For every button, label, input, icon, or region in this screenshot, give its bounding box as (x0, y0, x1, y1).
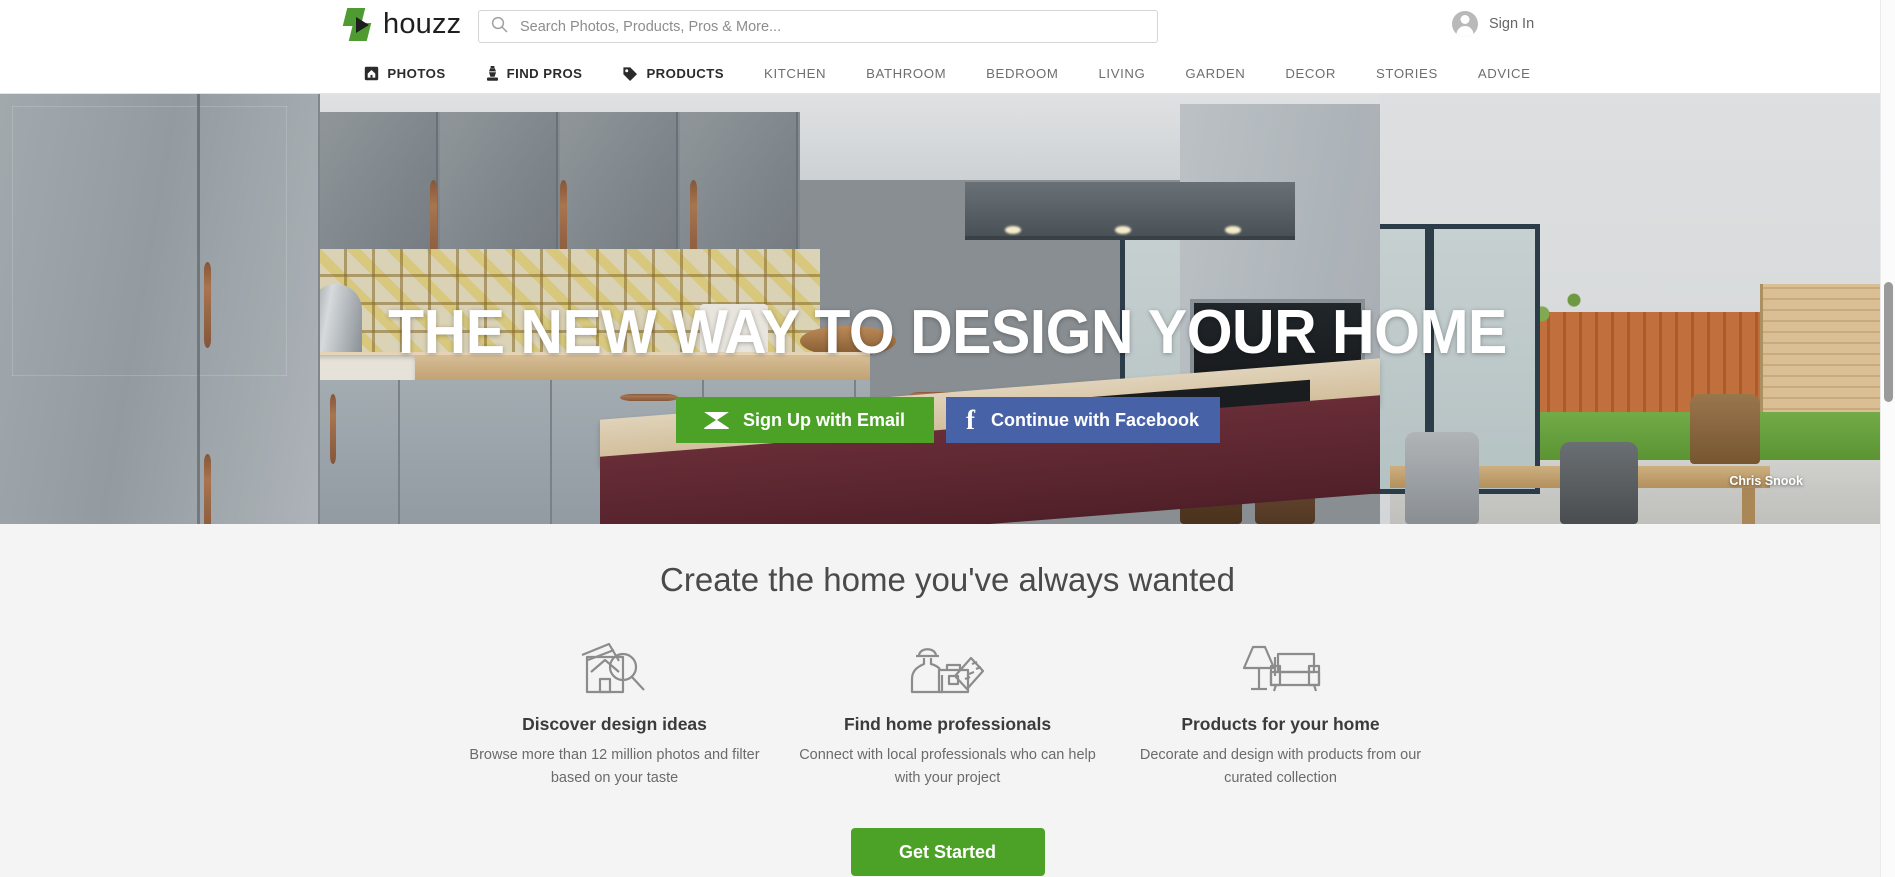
promo-section: Create the home you've always wanted Dis… (0, 524, 1895, 877)
nav-item-bedroom[interactable]: BEDROOM (966, 54, 1078, 94)
nav-item-find-pros[interactable]: FIND PROS (466, 54, 603, 94)
feature-products-for-your-home: Products for your home Decorate and desi… (1114, 633, 1447, 790)
nav-label-photos: PHOTOS (387, 66, 446, 81)
main-navigation: PHOTOS FIND PROS PRODUCTS KITCHEN BATHRO… (0, 54, 1895, 94)
feature-description: Decorate and design with products from o… (1139, 747, 1422, 786)
photos-house-magnifier-icon (462, 633, 767, 695)
lamp-armchair-icon (1128, 633, 1433, 695)
feature-find-home-professionals: Find home professionals Connect with loc… (781, 633, 1114, 790)
nav-label-kitchen: KITCHEN (764, 66, 827, 81)
nav-item-products[interactable]: PRODUCTS (602, 54, 744, 94)
feature-title: Discover design ideas (522, 714, 707, 734)
nav-item-decor[interactable]: DECOR (1265, 54, 1356, 94)
continue-with-facebook-label: Continue with Facebook (990, 409, 1199, 430)
search-input[interactable] (520, 18, 1145, 35)
nav-label-bedroom: BEDROOM (986, 66, 1059, 81)
houzz-logo[interactable]: houzz (342, 8, 462, 41)
sign-up-with-email-label: Sign Up with Email (742, 409, 905, 430)
feature-title: Find home professionals (843, 714, 1052, 734)
promo-title: Create the home you've always wanted (660, 561, 1235, 598)
nav-label-garden: GARDEN (1185, 66, 1246, 81)
get-started-button[interactable]: Get Started (850, 828, 1045, 876)
nav-label-stories: STORIES (1376, 66, 1438, 81)
get-started-wrapper: Get Started (0, 828, 1895, 876)
continue-with-facebook-button[interactable]: f Continue with Facebook (945, 397, 1220, 443)
nav-item-garden[interactable]: GARDEN (1165, 54, 1265, 94)
sign-in-button[interactable]: Sign In (1452, 11, 1534, 37)
nav-label-decor: DECOR (1285, 66, 1336, 81)
nav-label-living: LIVING (1098, 66, 1146, 81)
feature-discover-design-ideas: Discover design ideas Browse more than 1… (448, 633, 781, 790)
feature-list: Discover design ideas Browse more than 1… (0, 633, 1895, 790)
nav-label-advice: ADVICE (1477, 66, 1531, 81)
feature-title: Products for your home (1181, 714, 1380, 734)
envelope-icon (703, 411, 729, 429)
top-bar: houzz Sign In (0, 0, 1895, 54)
search-icon (491, 16, 508, 38)
houzz-logo-wordmark: houzz (383, 8, 462, 40)
search-box[interactable] (478, 10, 1158, 43)
feature-description: Connect with local professionals who can… (799, 747, 1096, 786)
nav-item-photos[interactable]: PHOTOS (344, 54, 465, 94)
nav-item-advice[interactable]: ADVICE (1458, 54, 1551, 94)
nav-item-living[interactable]: LIVING (1079, 54, 1166, 94)
hero-headline: THE NEW WAY TO DESIGN YOUR HOME (388, 298, 1507, 367)
nav-item-kitchen[interactable]: KITCHEN (744, 54, 846, 94)
scrollbar-thumb[interactable] (1884, 282, 1893, 402)
facebook-icon: f (965, 404, 975, 435)
nav-label-products: PRODUCTS (646, 66, 725, 81)
nav-item-bathroom[interactable]: BATHROOM (846, 54, 966, 94)
nav-label-bathroom: BATHROOM (866, 66, 947, 81)
nav-label-find-pros: FIND PROS (506, 66, 583, 81)
houzz-logo-icon (342, 8, 376, 41)
pro-person-icon (486, 65, 499, 82)
photo-frame-icon (364, 66, 379, 81)
contractor-toolbox-ruler-icon (795, 633, 1100, 695)
price-tag-icon (622, 66, 638, 81)
sign-in-label: Sign In (1489, 16, 1535, 32)
sign-up-with-email-button[interactable]: Sign Up with Email (675, 397, 934, 443)
feature-description: Browse more than 12 million photos and f… (469, 747, 760, 786)
hero-cta-group: Sign Up with Email f Continue with Faceb… (0, 397, 1895, 443)
hero-banner: THE NEW WAY TO DESIGN YOUR HOME Sign Up … (0, 94, 1895, 524)
nav-item-stories[interactable]: STORIES (1356, 54, 1458, 94)
page-scrollbar[interactable] (1880, 0, 1895, 877)
avatar-icon (1452, 11, 1478, 37)
photo-credit[interactable]: Chris Snook (1729, 474, 1803, 488)
